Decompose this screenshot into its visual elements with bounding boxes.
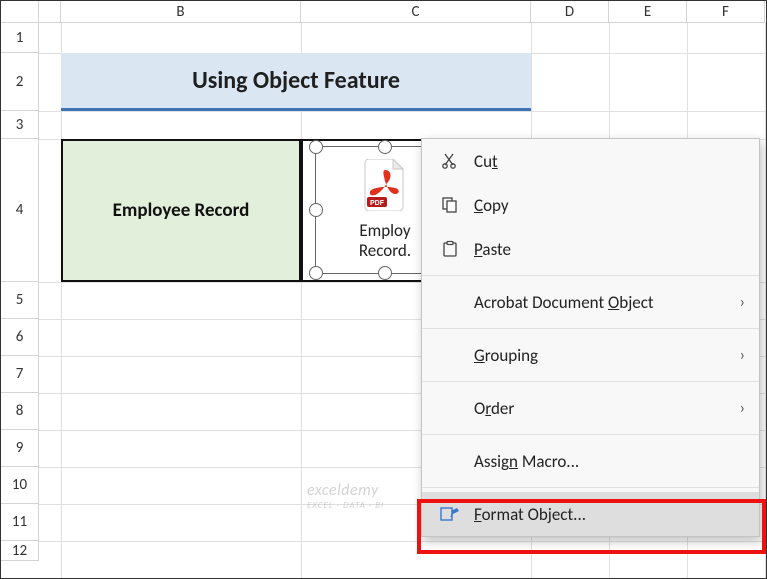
row-header-4[interactable]: 4: [1, 139, 39, 282]
row-header-1[interactable]: 1: [1, 23, 39, 53]
menu-item-label: Assign Macro...: [464, 451, 745, 472]
menu-item-format-object[interactable]: Format Object...: [422, 492, 759, 536]
menu-item-order[interactable]: Order ›: [422, 386, 759, 430]
format-object-icon: [436, 505, 464, 523]
resize-handle[interactable]: [309, 203, 323, 217]
resize-handle[interactable]: [309, 266, 323, 280]
menu-separator: [422, 275, 759, 276]
row-header-5[interactable]: 5: [1, 282, 39, 319]
row-header-3[interactable]: 3: [1, 111, 39, 139]
resize-handle[interactable]: [378, 266, 392, 280]
context-menu: Cut Copy Paste Acrobat Document Object ›…: [421, 138, 760, 537]
menu-item-acrobat-object[interactable]: Acrobat Document Object ›: [422, 280, 759, 324]
menu-item-copy[interactable]: Copy: [422, 183, 759, 227]
cut-icon: [436, 152, 464, 170]
menu-separator: [422, 328, 759, 329]
pdf-file-icon: PDF: [363, 159, 407, 211]
resize-handle[interactable]: [378, 140, 392, 154]
row-header-11[interactable]: 11: [1, 504, 39, 541]
menu-item-label: Copy: [464, 195, 745, 216]
row-header-7[interactable]: 7: [1, 356, 39, 393]
row-header-10[interactable]: 10: [1, 467, 39, 504]
col-header-B[interactable]: B: [61, 1, 301, 23]
svg-text:PDF: PDF: [370, 200, 385, 207]
chevron-right-icon: ›: [740, 346, 745, 365]
menu-item-grouping[interactable]: Grouping ›: [422, 333, 759, 377]
employee-record-cell: Employee Record: [61, 139, 301, 282]
page-title: Using Object Feature: [61, 53, 531, 111]
column-headers: B C D E F: [1, 1, 765, 23]
menu-item-paste[interactable]: Paste: [422, 227, 759, 271]
menu-item-label: Format Object...: [464, 504, 745, 525]
menu-separator: [422, 381, 759, 382]
row-header-6[interactable]: 6: [1, 319, 39, 356]
menu-separator: [422, 487, 759, 488]
col-header-A[interactable]: [39, 1, 61, 23]
row-header-9[interactable]: 9: [1, 430, 39, 467]
col-header-F[interactable]: F: [687, 1, 765, 23]
row-header-8[interactable]: 8: [1, 393, 39, 430]
excel-screenshot: B C D E F 1 2 3 4 5 6 7 8 9 10 11 12: [0, 0, 767, 579]
menu-item-label: Paste: [464, 239, 745, 260]
col-header-C[interactable]: C: [301, 1, 531, 23]
row-headers: 1 2 3 4 5 6 7 8 9 10 11 12: [1, 23, 39, 561]
menu-item-cut[interactable]: Cut: [422, 139, 759, 183]
menu-separator: [422, 434, 759, 435]
col-header-D[interactable]: D: [531, 1, 609, 23]
menu-item-label: Cut: [464, 151, 745, 172]
menu-item-label: Order: [464, 398, 740, 419]
col-header-E[interactable]: E: [609, 1, 687, 23]
chevron-right-icon: ›: [740, 399, 745, 418]
copy-icon: [436, 196, 464, 214]
row-header-12[interactable]: 12: [1, 541, 39, 561]
menu-item-assign-macro[interactable]: Assign Macro...: [422, 439, 759, 483]
watermark: exceldemy EXCEL · DATA · BI: [307, 481, 384, 511]
menu-item-label: Grouping: [464, 345, 740, 366]
select-all-corner[interactable]: [1, 1, 39, 23]
menu-item-label: Acrobat Document Object: [464, 292, 740, 313]
resize-handle[interactable]: [309, 140, 323, 154]
chevron-right-icon: ›: [740, 293, 745, 312]
paste-icon: [436, 240, 464, 258]
row-header-2[interactable]: 2: [1, 53, 39, 111]
